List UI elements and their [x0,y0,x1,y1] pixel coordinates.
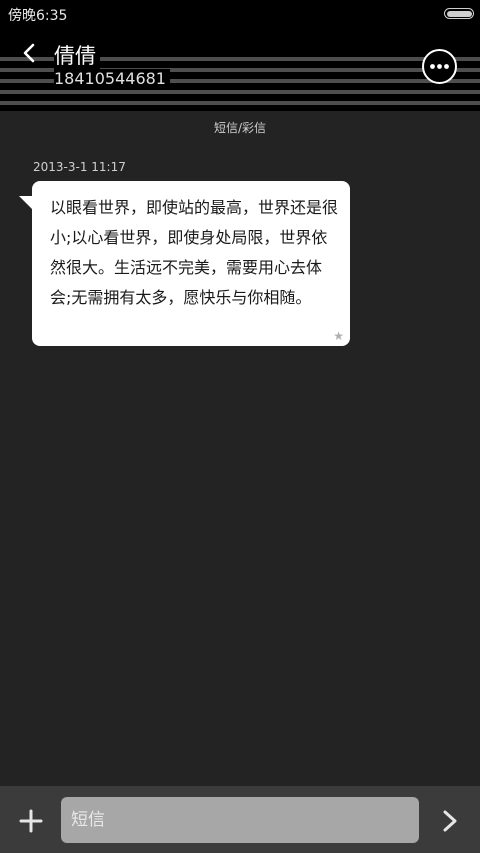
contact-name: 倩倩 [54,40,100,70]
battery-level [446,10,472,17]
thread-type-label: 短信/彩信 [213,121,267,135]
composer-bar [0,786,480,853]
message-timestamp: 2013-3-1 11:17 [33,160,126,174]
message-text: 以眼看世界，即使站的最高，世界还是很小;以心看世界，即使身处局限，世界依然很大。… [50,198,339,307]
conversation-header: 倩倩 18410544681 [0,27,480,111]
plus-icon[interactable] [16,806,46,836]
message-bubble[interactable]: 以眼看世界，即使站的最高，世界还是很小;以心看世界，即使身处局限，世界依然很大。… [32,181,350,346]
contact-phone-number: 18410544681 [54,69,170,88]
header-stripe [0,90,480,94]
chevron-right-icon[interactable] [438,806,462,836]
more-options-button[interactable] [422,49,457,84]
battery-icon [444,8,474,19]
bubble-tail [19,196,33,210]
status-time: 傍晚6:35 [8,8,68,24]
header-stripe [0,101,480,105]
status-bar: 傍晚6:35 [0,0,480,27]
star-icon[interactable]: ★ [333,329,344,343]
message-input[interactable] [61,797,419,843]
more-horizontal-icon [430,64,449,69]
chevron-left-icon[interactable] [16,39,44,67]
